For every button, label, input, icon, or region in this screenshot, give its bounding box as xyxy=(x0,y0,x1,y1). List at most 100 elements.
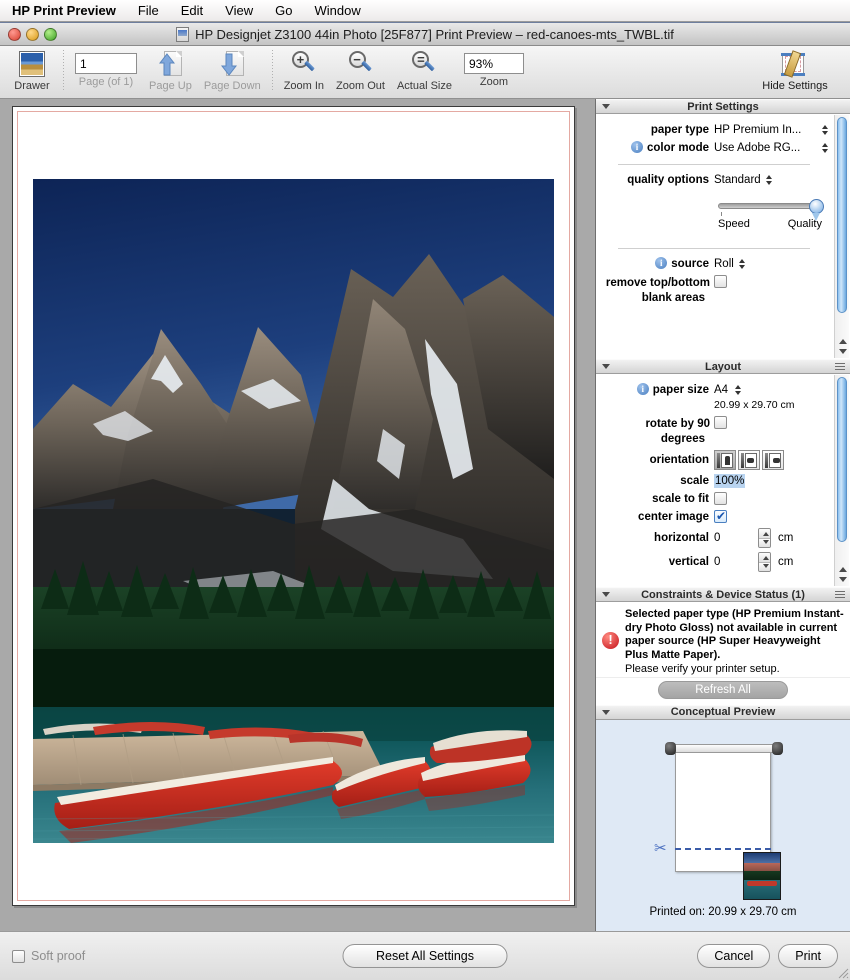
layout-body: i paper size A4 20.99 x 29.70 cm rotate … xyxy=(596,374,850,587)
page-number-group[interactable]: Page (of 1) xyxy=(69,50,143,96)
orientation-row[interactable]: orientation xyxy=(596,448,832,472)
horizontal-value[interactable]: 0 xyxy=(714,531,758,545)
paper-size-row[interactable]: i paper size A4 20.99 x 29.70 cm xyxy=(596,381,832,414)
conceptual-preview-title: Conceptual Preview xyxy=(670,706,776,718)
menu-item-file[interactable]: File xyxy=(138,3,159,18)
paper-size-info-icon[interactable]: i xyxy=(636,383,649,395)
quality-options-value[interactable]: Standard xyxy=(714,173,761,187)
toolbar-separator xyxy=(63,50,64,90)
source-row[interactable]: i source Roll xyxy=(596,255,832,273)
close-window-icon[interactable] xyxy=(8,28,21,41)
paper-type-row[interactable]: paper type HP Premium In... xyxy=(596,121,832,139)
actual-size-button[interactable]: = Actual Size xyxy=(391,50,458,96)
drawer-button[interactable]: Drawer xyxy=(6,50,58,96)
window-controls xyxy=(8,28,57,41)
center-image-checkbox[interactable] xyxy=(714,509,727,523)
quality-options-popup-icon[interactable] xyxy=(765,173,774,187)
conceptual-preview-header[interactable]: Conceptual Preview xyxy=(596,704,850,720)
color-mode-value[interactable]: Use Adobe RG... xyxy=(714,141,800,155)
orientation-rotate-right-button[interactable] xyxy=(738,450,760,470)
constraint-message-bold: Selected paper type (HP Premium Instant-… xyxy=(625,608,844,661)
window-title-bar[interactable]: HP Designjet Z3100 44in Photo [25F877] P… xyxy=(0,23,850,46)
zoom-in-button[interactable]: + Zoom In xyxy=(278,50,330,96)
layout-header[interactable]: Layout xyxy=(596,359,850,374)
page-up-icon xyxy=(157,50,183,78)
menu-item-window[interactable]: Window xyxy=(314,3,360,18)
page-up-button[interactable]: Page Up xyxy=(143,50,198,96)
zoom-out-button[interactable]: − Zoom Out xyxy=(330,50,391,96)
minimize-window-icon[interactable] xyxy=(26,28,39,41)
source-popup-icon[interactable] xyxy=(738,257,747,271)
hide-settings-button[interactable]: Hide Settings xyxy=(748,50,842,92)
actual-size-label: Actual Size xyxy=(396,80,452,92)
cut-line xyxy=(675,847,771,850)
toolbar-separator xyxy=(271,50,273,90)
reset-all-settings-button[interactable]: Reset All Settings xyxy=(342,944,508,968)
quality-options-row[interactable]: quality options Standard xyxy=(596,171,832,189)
paper-size-value[interactable]: A4 xyxy=(714,383,728,397)
roll-spindle-icon xyxy=(668,743,778,753)
window-body: Print Settings paper type HP Premium In.… xyxy=(0,99,850,931)
source-info-icon[interactable]: i xyxy=(655,257,668,269)
page-down-button[interactable]: Page Down xyxy=(198,50,267,96)
menu-item-view[interactable]: View xyxy=(225,3,253,18)
constraint-message-plain: Please verify your printer setup. xyxy=(625,663,780,675)
center-image-row[interactable]: center image xyxy=(596,508,832,526)
vertical-row[interactable]: vertical 0 cm xyxy=(596,550,832,574)
quality-options-label: quality options xyxy=(627,174,709,186)
horizontal-label: horizontal xyxy=(654,532,709,544)
soft-proof-checkbox[interactable] xyxy=(12,949,25,963)
color-mode-info-icon[interactable]: i xyxy=(631,141,644,153)
remove-blank-areas-row[interactable]: remove top/bottom blank areas xyxy=(596,273,832,307)
refresh-all-button[interactable]: Refresh All xyxy=(658,680,788,699)
layout-scrollbar[interactable] xyxy=(834,375,849,586)
menu-app-name[interactable]: HP Print Preview xyxy=(12,3,116,18)
rotate-row[interactable]: rotate by 90 degrees xyxy=(596,414,832,448)
cancel-button[interactable]: Cancel xyxy=(697,944,771,968)
zoom-level-group[interactable]: Zoom xyxy=(458,50,530,96)
page-number-input[interactable] xyxy=(75,53,137,74)
paper-size-popup-icon[interactable] xyxy=(734,383,743,397)
vertical-stepper[interactable] xyxy=(758,552,771,572)
print-settings-scrollbar[interactable] xyxy=(834,115,849,358)
soft-proof-group[interactable]: Soft proof xyxy=(12,949,85,963)
print-settings-title: Print Settings xyxy=(687,100,759,113)
color-mode-row[interactable]: i color mode Use Adobe RG... xyxy=(596,139,832,157)
vertical-value[interactable]: 0 xyxy=(714,555,758,569)
horizontal-stepper[interactable] xyxy=(758,528,771,548)
scissors-icon: ✂ xyxy=(654,839,667,857)
constraints-header[interactable]: Constraints & Device Status (1) xyxy=(596,587,850,602)
print-preview-canvas[interactable] xyxy=(0,99,596,931)
paper-sheet xyxy=(12,106,575,906)
maximize-window-icon[interactable] xyxy=(44,28,57,41)
resize-grip-icon[interactable] xyxy=(835,591,845,598)
paper-type-popup-icon[interactable] xyxy=(821,123,830,137)
menu-item-edit[interactable]: Edit xyxy=(181,3,203,18)
remove-blank-areas-checkbox[interactable] xyxy=(714,275,727,288)
paper-size-label: paper size xyxy=(652,384,709,396)
zoom-level-input[interactable] xyxy=(463,53,524,74)
orientation-portrait-button[interactable] xyxy=(714,450,736,470)
scale-to-fit-row[interactable]: scale to fit xyxy=(596,490,832,508)
rotate-checkbox[interactable] xyxy=(714,416,727,429)
bottom-bar: Soft proof Reset All Settings Cancel Pri… xyxy=(0,931,850,980)
paper-type-value[interactable]: HP Premium In... xyxy=(714,123,801,137)
resize-grip-icon[interactable] xyxy=(835,363,845,370)
center-image-label: center image xyxy=(638,511,709,523)
source-value[interactable]: Roll xyxy=(714,257,734,271)
window-resize-grip[interactable] xyxy=(836,966,849,979)
horizontal-row[interactable]: horizontal 0 cm xyxy=(596,526,832,550)
menu-item-go[interactable]: Go xyxy=(275,3,292,18)
color-mode-popup-icon[interactable] xyxy=(821,141,830,155)
print-settings-header[interactable]: Print Settings xyxy=(596,99,850,114)
orientation-rotate-left-button[interactable] xyxy=(762,450,784,470)
horizontal-unit: cm xyxy=(778,532,794,544)
quality-slider[interactable]: Speed Quality xyxy=(718,199,832,230)
scale-to-fit-checkbox[interactable] xyxy=(714,492,727,505)
divider xyxy=(618,164,810,165)
page-count-label: Page (of 1) xyxy=(78,76,134,88)
scale-row[interactable]: scale 100% xyxy=(596,472,832,490)
document-icon xyxy=(176,26,190,42)
scale-value[interactable]: 100% xyxy=(714,474,746,488)
print-button[interactable]: Print xyxy=(778,944,838,968)
